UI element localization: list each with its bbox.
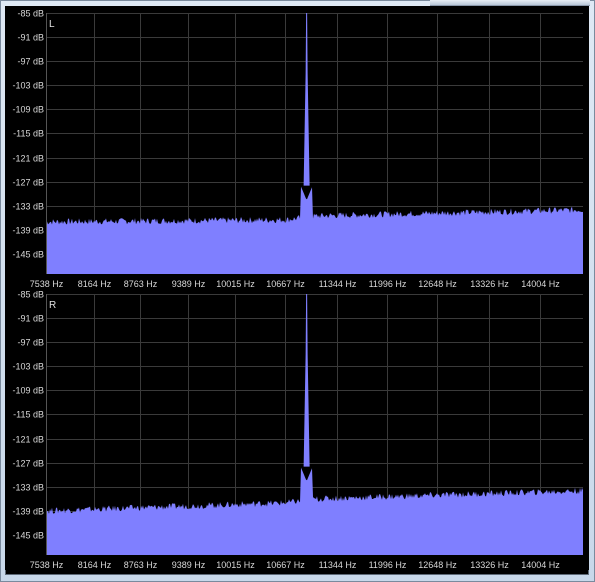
x-tick-label: 10667 Hz xyxy=(266,560,305,570)
x-tick-label: 12648 Hz xyxy=(418,560,457,570)
y-tick-label: -145 dB xyxy=(12,250,44,260)
y-tick-label: -121 dB xyxy=(12,154,44,164)
x-tick-label: 8164 Hz xyxy=(78,560,112,570)
y-tick-label: -109 dB xyxy=(12,105,44,115)
y-tick-label: -85 dB xyxy=(17,290,44,300)
y-tick-label: -145 dB xyxy=(12,531,44,541)
y-tick-label: -127 dB xyxy=(12,459,44,469)
x-tick-label: 11344 Hz xyxy=(319,560,357,570)
x-tick-label: 9389 Hz xyxy=(172,560,206,570)
x-tick-label: 10015 Hz xyxy=(216,560,255,570)
x-tick-label: 11996 Hz xyxy=(369,560,407,570)
y-tick-label: -91 dB xyxy=(17,33,44,43)
channel-label: L xyxy=(49,19,55,30)
y-tick-label: -109 dB xyxy=(12,386,44,396)
x-tick-label: 14004 Hz xyxy=(521,560,560,570)
y-tick-label: -85 dB xyxy=(17,9,44,19)
spectrum-chart-right: -85 dB -91 dB -97 dB -103 dB -109 dB -115 dB -… xyxy=(12,290,583,570)
y-tick-label: -103 dB xyxy=(12,81,44,91)
y-tick-label: -103 dB xyxy=(12,362,44,372)
y-tick-label: -133 dB xyxy=(12,202,44,212)
spectrum-panel-right: -85 dB -91 dB -97 dB -103 dB -109 dB -115 dB -… xyxy=(5,287,589,570)
x-tick-label: 7538 Hz xyxy=(30,560,64,570)
y-tick-label: -115 dB xyxy=(13,129,44,139)
spectrum-chart-left: -85 dB -91 dB -97 dB -103 dB -109 dB -115 dB -… xyxy=(12,9,583,289)
y-tick-label: -97 dB xyxy=(17,338,44,348)
y-tick-label: -139 dB xyxy=(12,226,44,236)
y-tick-label: -139 dB xyxy=(12,507,44,517)
x-tick-label: 13326 Hz xyxy=(470,560,509,570)
spectrum-panel-left: -85 dB -91 dB -97 dB -103 dB -109 dB -115 dB -… xyxy=(5,6,589,289)
y-tick-label: -133 dB xyxy=(12,483,44,493)
channel-label: R xyxy=(49,300,56,311)
y-tick-label: -127 dB xyxy=(12,178,44,188)
x-tick-label: 8763 Hz xyxy=(124,560,158,570)
y-tick-label: -121 dB xyxy=(12,435,44,445)
y-tick-label: -91 dB xyxy=(17,314,44,324)
y-tick-label: -115 dB xyxy=(13,410,44,420)
y-tick-label: -97 dB xyxy=(17,57,44,67)
